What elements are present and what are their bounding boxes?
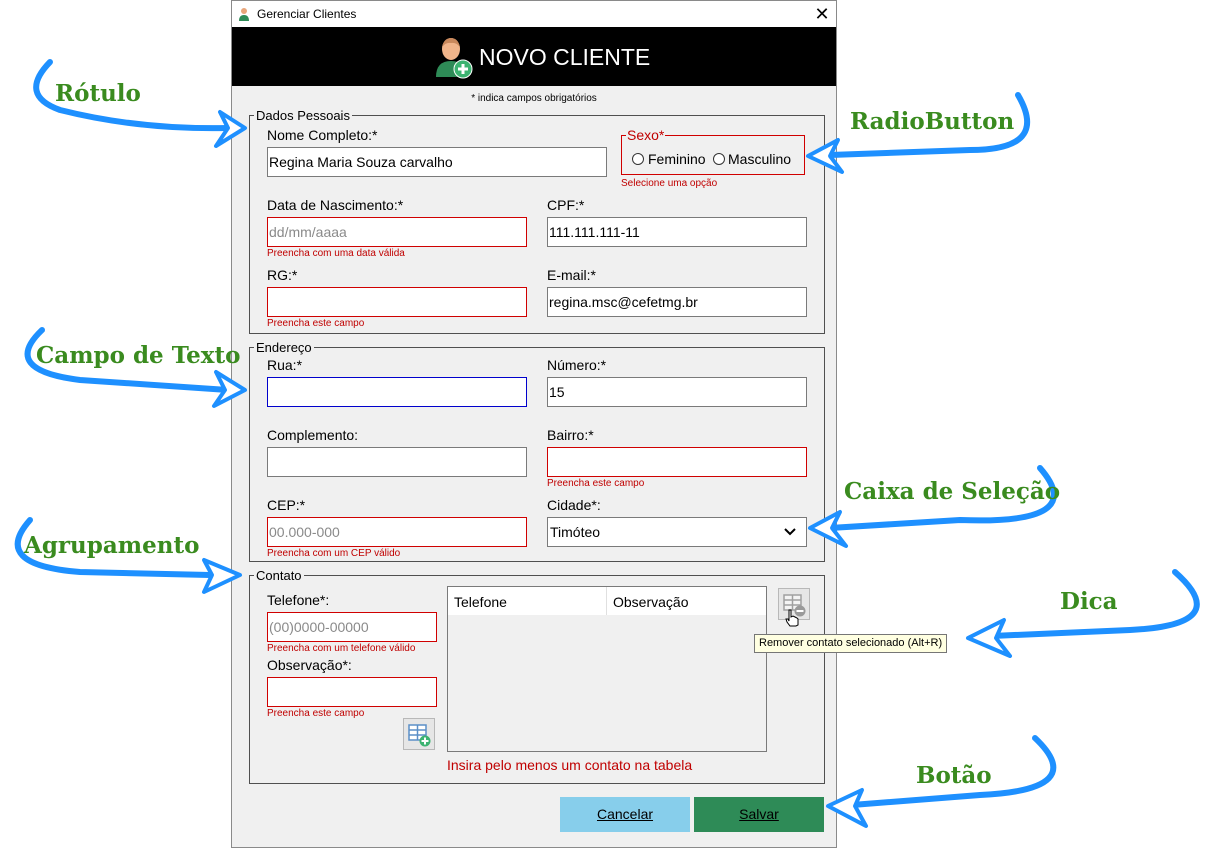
address-legend: Endereço [256, 340, 312, 355]
contacts-table[interactable]: Telefone Observação [447, 586, 767, 752]
cep-hint: Preencha com um CEP válido [267, 548, 401, 559]
phone-hint: Preencha com um telefone válido [267, 643, 416, 654]
rg-hint: Preencha este campo [267, 318, 365, 329]
hand-cursor-icon [785, 609, 799, 627]
complement-label: Complemento: [267, 427, 359, 443]
cep-input[interactable] [267, 517, 527, 547]
annotation-dica: Dica [1060, 588, 1118, 615]
annotation-caixa-selecao: Caixa de Seleção [844, 478, 1061, 505]
neighborhood-input[interactable] [547, 447, 807, 477]
contact-legend: Contato [256, 568, 302, 583]
birth-date-hint: Preencha com uma data válida [267, 248, 405, 259]
rg-input[interactable] [267, 287, 527, 317]
annotation-botao: Botão [916, 762, 992, 789]
sex-radio-group: Sexo* Feminino Masculino [621, 127, 805, 175]
birth-date-label: Data de Nascimento:* [267, 197, 404, 213]
personal-data-legend: Dados Pessoais [256, 108, 350, 123]
banner-title: NOVO CLIENTE [479, 44, 651, 70]
cpf-label: CPF:* [547, 197, 585, 213]
email-input[interactable] [547, 287, 807, 317]
table-add-icon [408, 724, 431, 747]
remove-contact-tooltip: Remover contato selecionado (Alt+R) [754, 634, 948, 653]
app-user-icon [239, 8, 249, 21]
neighborhood-label: Bairro:* [547, 427, 594, 443]
table-hint: Insira pelo menos um contato na tabela [447, 757, 693, 773]
cancel-button[interactable]: Cancelar [560, 797, 690, 832]
close-button[interactable]: ✕ [808, 1, 836, 27]
annotation-agrupamento: Agrupamento [24, 532, 200, 559]
number-input[interactable] [547, 377, 807, 407]
annotation-rotulo: Rótulo [55, 80, 141, 107]
title-bar: Gerenciar Clientes ✕ [232, 1, 836, 27]
city-label: Cidade*: [547, 497, 601, 513]
column-header-observacao[interactable]: Observação [613, 594, 688, 610]
table-header: Telefone Observação [448, 587, 766, 615]
required-fields-note: * indica campos obrigatórios [471, 93, 597, 104]
arrowhead-dica [966, 618, 1012, 658]
phone-label: Telefone*: [267, 592, 330, 608]
save-button-label: Salvar [739, 806, 779, 822]
full-name-label: Nome Completo:* [267, 127, 378, 143]
annotation-radiobutton: RadioButton [850, 108, 1015, 135]
birth-date-input[interactable] [267, 217, 527, 247]
city-select[interactable]: Timóteo [547, 517, 807, 547]
street-input[interactable] [267, 377, 527, 407]
complement-input[interactable] [267, 447, 527, 477]
radio-masculino[interactable] [713, 153, 725, 165]
column-divider [606, 587, 607, 615]
number-label: Número:* [547, 357, 607, 373]
observation-input[interactable] [267, 677, 437, 707]
radio-feminino[interactable] [632, 153, 644, 165]
phone-input[interactable] [267, 612, 437, 642]
cancel-button-label: Cancelar [596, 806, 654, 822]
window-title: Gerenciar Clientes [257, 7, 357, 21]
full-name-input[interactable] [267, 147, 607, 177]
street-label: Rua:* [267, 357, 303, 373]
observation-hint: Preencha este campo [267, 708, 365, 719]
radio-masculino-label: Masculino [728, 151, 792, 167]
observation-label: Observação*: [267, 657, 352, 673]
add-contact-button[interactable] [403, 718, 435, 750]
cpf-input[interactable] [547, 217, 807, 247]
annotation-campo-texto: Campo de Texto [36, 342, 241, 369]
rg-label: RG:* [267, 267, 298, 283]
city-selected-value: Timóteo [550, 524, 601, 540]
sex-label: Sexo* [626, 127, 666, 143]
cep-label: CEP:* [267, 497, 306, 513]
header-banner: NOVO CLIENTE [232, 27, 836, 86]
neighborhood-hint: Preencha este campo [547, 478, 645, 489]
column-header-telefone[interactable]: Telefone [454, 594, 507, 610]
radio-feminino-label: Feminino [648, 151, 706, 167]
save-button[interactable]: Salvar [694, 797, 824, 832]
chevron-down-icon [784, 528, 796, 536]
email-label: E-mail:* [547, 267, 597, 283]
sex-hint: Selecione uma opção [621, 178, 718, 189]
remove-contact-button[interactable] [778, 588, 810, 627]
new-client-icon [436, 38, 473, 79]
client-dialog-window: Gerenciar Clientes ✕ NOVO CLIENTE * indi… [231, 0, 837, 848]
